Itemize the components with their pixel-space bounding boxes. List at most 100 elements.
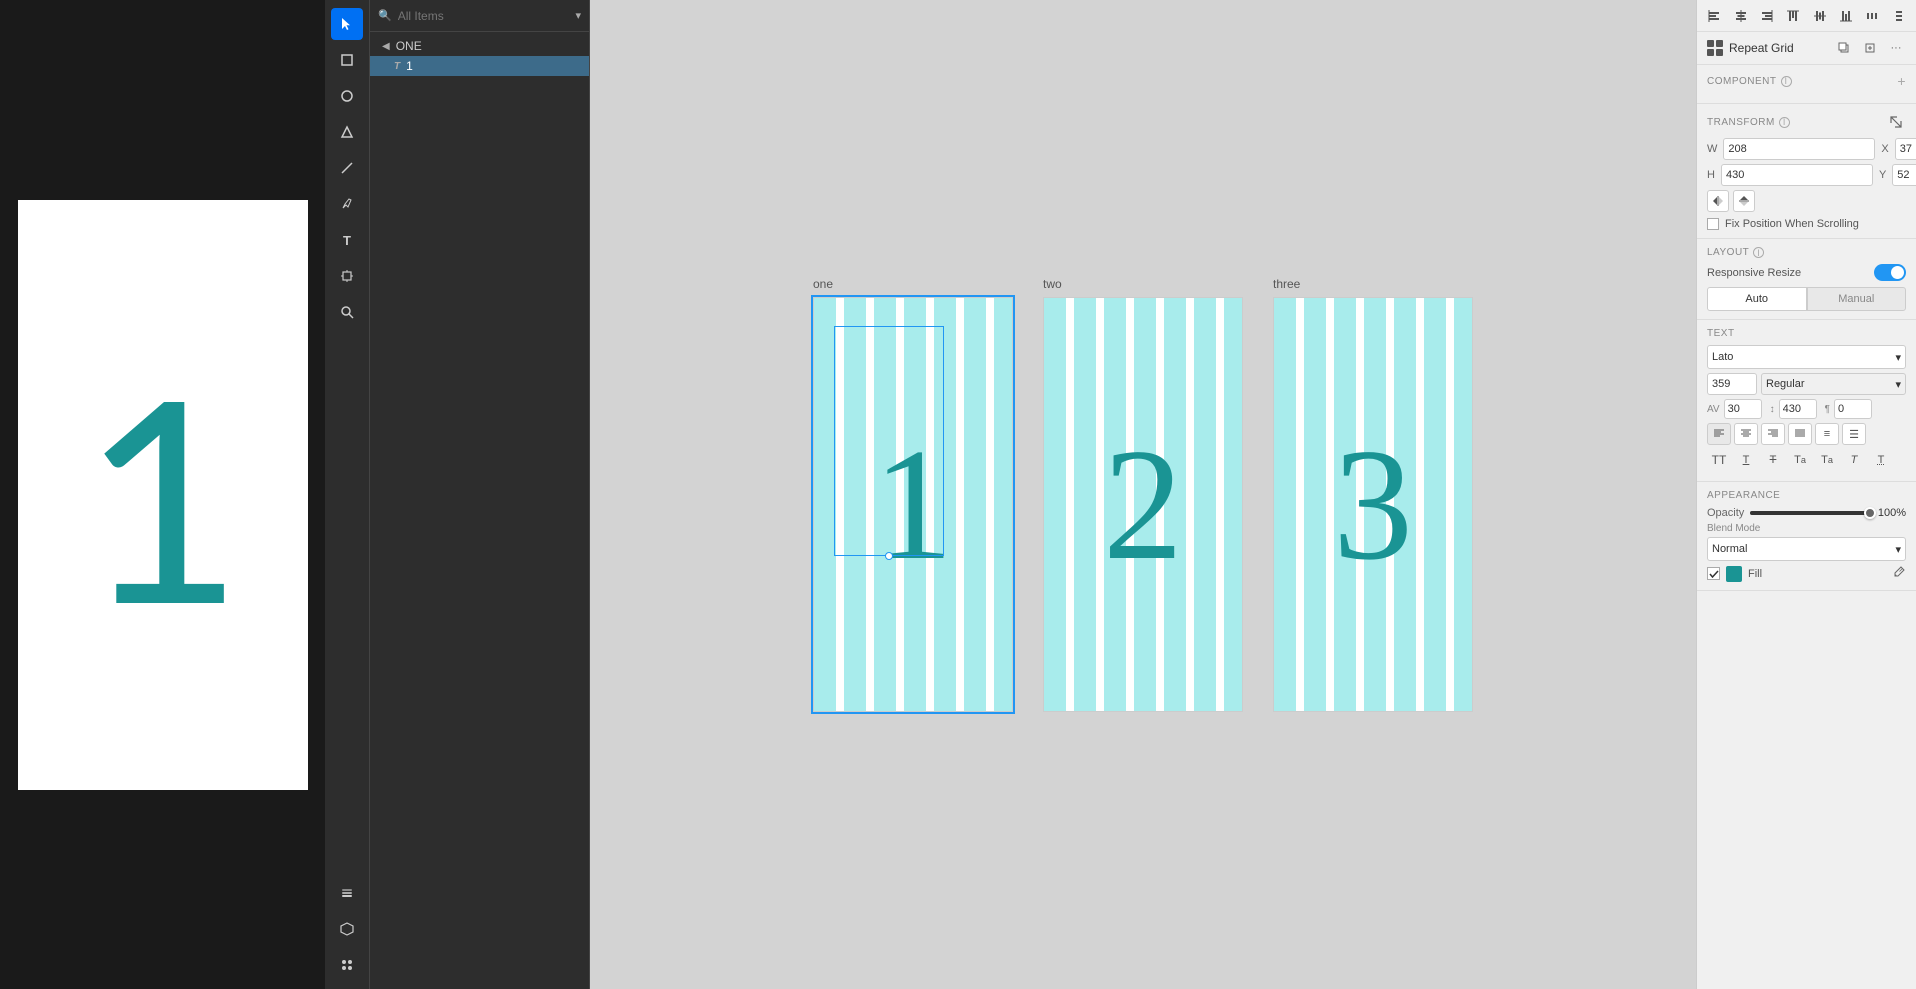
height-input[interactable]	[1721, 164, 1873, 186]
align-center-text-btn[interactable]	[1734, 423, 1758, 445]
assets-tool[interactable]	[331, 949, 363, 981]
align-justify3-text-btn[interactable]: ☰	[1842, 423, 1866, 445]
text-tool[interactable]: T	[331, 224, 363, 256]
text-style-t-strike-btn[interactable]: T	[1761, 449, 1785, 471]
align-left-btn[interactable]	[1702, 4, 1726, 28]
font-family-select[interactable]: Lato ▾	[1707, 345, 1906, 369]
pen-icon	[340, 197, 354, 211]
repeat-grid-more-btn[interactable]: ···	[1886, 38, 1906, 58]
blend-mode-select[interactable]: Normal ▾	[1707, 537, 1906, 561]
align-middle-icon	[1813, 9, 1827, 23]
opacity-row: Opacity 100%	[1707, 507, 1906, 519]
artboard-number-one: 1	[873, 412, 953, 597]
fill-checkbox[interactable]	[1707, 567, 1720, 580]
opacity-slider-thumb	[1864, 507, 1876, 519]
distribute-v-btn[interactable]	[1887, 4, 1911, 28]
flip-v-btn[interactable]	[1733, 190, 1755, 212]
transform-info-icon: i	[1779, 117, 1790, 128]
x-input[interactable]	[1895, 138, 1916, 160]
select-tool[interactable]	[331, 8, 363, 40]
copy-icon	[1838, 42, 1850, 54]
align-bottom-btn[interactable]	[1834, 4, 1858, 28]
y-input[interactable]	[1892, 164, 1916, 186]
preview-area: 1	[0, 0, 325, 989]
artboard-label-two: two	[1043, 277, 1062, 291]
text-style-t-italic-btn[interactable]: T	[1842, 449, 1866, 471]
align-justify2-text-btn[interactable]: ≡	[1815, 423, 1839, 445]
artboard-two[interactable]: 2	[1043, 297, 1243, 712]
artboard-one[interactable]: 1	[813, 297, 1013, 712]
responsive-resize-toggle[interactable]	[1874, 264, 1906, 281]
font-size-input[interactable]	[1707, 373, 1757, 395]
text-style-t-dotted-btn[interactable]: T	[1869, 449, 1893, 471]
layers-tool[interactable]	[331, 877, 363, 909]
line-height-input[interactable]	[1779, 399, 1817, 419]
x-label: X	[1881, 143, 1888, 155]
repeat-grid-paste-btn[interactable]	[1860, 38, 1880, 58]
text-style-t-under-btn[interactable]: T	[1734, 449, 1758, 471]
fill-row: Fill	[1707, 565, 1906, 582]
font-size-style-row: Regular ▾	[1707, 373, 1906, 395]
eyedropper-btn[interactable]	[1892, 565, 1906, 582]
fix-scroll-checkbox[interactable]	[1707, 218, 1719, 230]
flip-h-btn[interactable]	[1707, 190, 1729, 212]
zoom-tool[interactable]	[331, 296, 363, 328]
align-justify-text-btn[interactable]	[1788, 423, 1812, 445]
text-style-t-sub-btn[interactable]: Ta	[1815, 449, 1839, 471]
artboards-row: one 1 two 2	[813, 277, 1473, 712]
canvas-area: one 1 two 2	[590, 0, 1696, 989]
responsive-resize-row: Responsive Resize	[1707, 264, 1906, 281]
align-top-btn[interactable]	[1781, 4, 1805, 28]
responsive-resize-icon[interactable]	[1886, 112, 1906, 132]
repeat-grid-copy-btn[interactable]	[1834, 38, 1854, 58]
flip-h-icon	[1712, 195, 1724, 207]
distribute-h-btn[interactable]	[1860, 4, 1884, 28]
layer-group-name: ONE	[396, 39, 422, 53]
align-right-text-btn[interactable]	[1761, 423, 1785, 445]
layers-dropdown-btn[interactable]: ▾	[575, 9, 581, 22]
layer-group-item-one[interactable]: ◀ ONE	[370, 36, 589, 56]
align-left-text-btn[interactable]	[1707, 423, 1731, 445]
align-left-icon	[1707, 9, 1721, 23]
toggle-thumb	[1891, 266, 1904, 279]
layer-child-item[interactable]: T 1	[370, 56, 589, 76]
auto-btn[interactable]: Auto	[1707, 287, 1807, 311]
char-spacing-input[interactable]	[1724, 399, 1762, 419]
ellipse-icon	[340, 89, 354, 103]
artboard-number-three: 3	[1333, 412, 1413, 597]
artboard-tool[interactable]	[331, 260, 363, 292]
pen-tool[interactable]	[331, 188, 363, 220]
align-right-icon	[1760, 9, 1774, 23]
search-icon: 🔍	[378, 9, 392, 22]
artboard-label-three: three	[1273, 277, 1300, 291]
align-middle-btn[interactable]	[1808, 4, 1832, 28]
para-spacing-input[interactable]	[1834, 399, 1872, 419]
triangle-tool[interactable]	[331, 116, 363, 148]
align-center-h-icon	[1734, 9, 1748, 23]
align-bottom-icon	[1839, 9, 1853, 23]
text-align-justify-icon	[1794, 428, 1806, 440]
component-add-btn[interactable]: +	[1897, 73, 1906, 89]
text-style-tt-btn[interactable]: TT	[1707, 449, 1731, 471]
opacity-slider[interactable]	[1750, 511, 1870, 515]
width-input[interactable]	[1723, 138, 1875, 160]
text-align-center-icon	[1740, 428, 1752, 440]
text-style-t-super-btn[interactable]: Ta	[1788, 449, 1812, 471]
flip-v-icon	[1738, 195, 1750, 207]
align-center-h-btn[interactable]	[1729, 4, 1753, 28]
preview-number: 1	[81, 355, 243, 635]
manual-btn[interactable]: Manual	[1807, 287, 1907, 311]
artboard-three[interactable]: 3	[1273, 297, 1473, 712]
artboard-container-one: one 1	[813, 277, 1013, 712]
plugins-tool[interactable]	[331, 913, 363, 945]
artboard-number-two: 2	[1103, 412, 1183, 597]
fill-color-swatch[interactable]	[1726, 566, 1742, 582]
align-top-icon	[1786, 9, 1800, 23]
rectangle-tool[interactable]	[331, 44, 363, 76]
line-tool[interactable]	[331, 152, 363, 184]
font-style-select[interactable]: Regular ▾	[1761, 373, 1906, 395]
ellipse-tool[interactable]	[331, 80, 363, 112]
align-right-btn[interactable]	[1755, 4, 1779, 28]
y-label: Y	[1879, 169, 1886, 181]
layers-search-input[interactable]	[398, 9, 570, 23]
